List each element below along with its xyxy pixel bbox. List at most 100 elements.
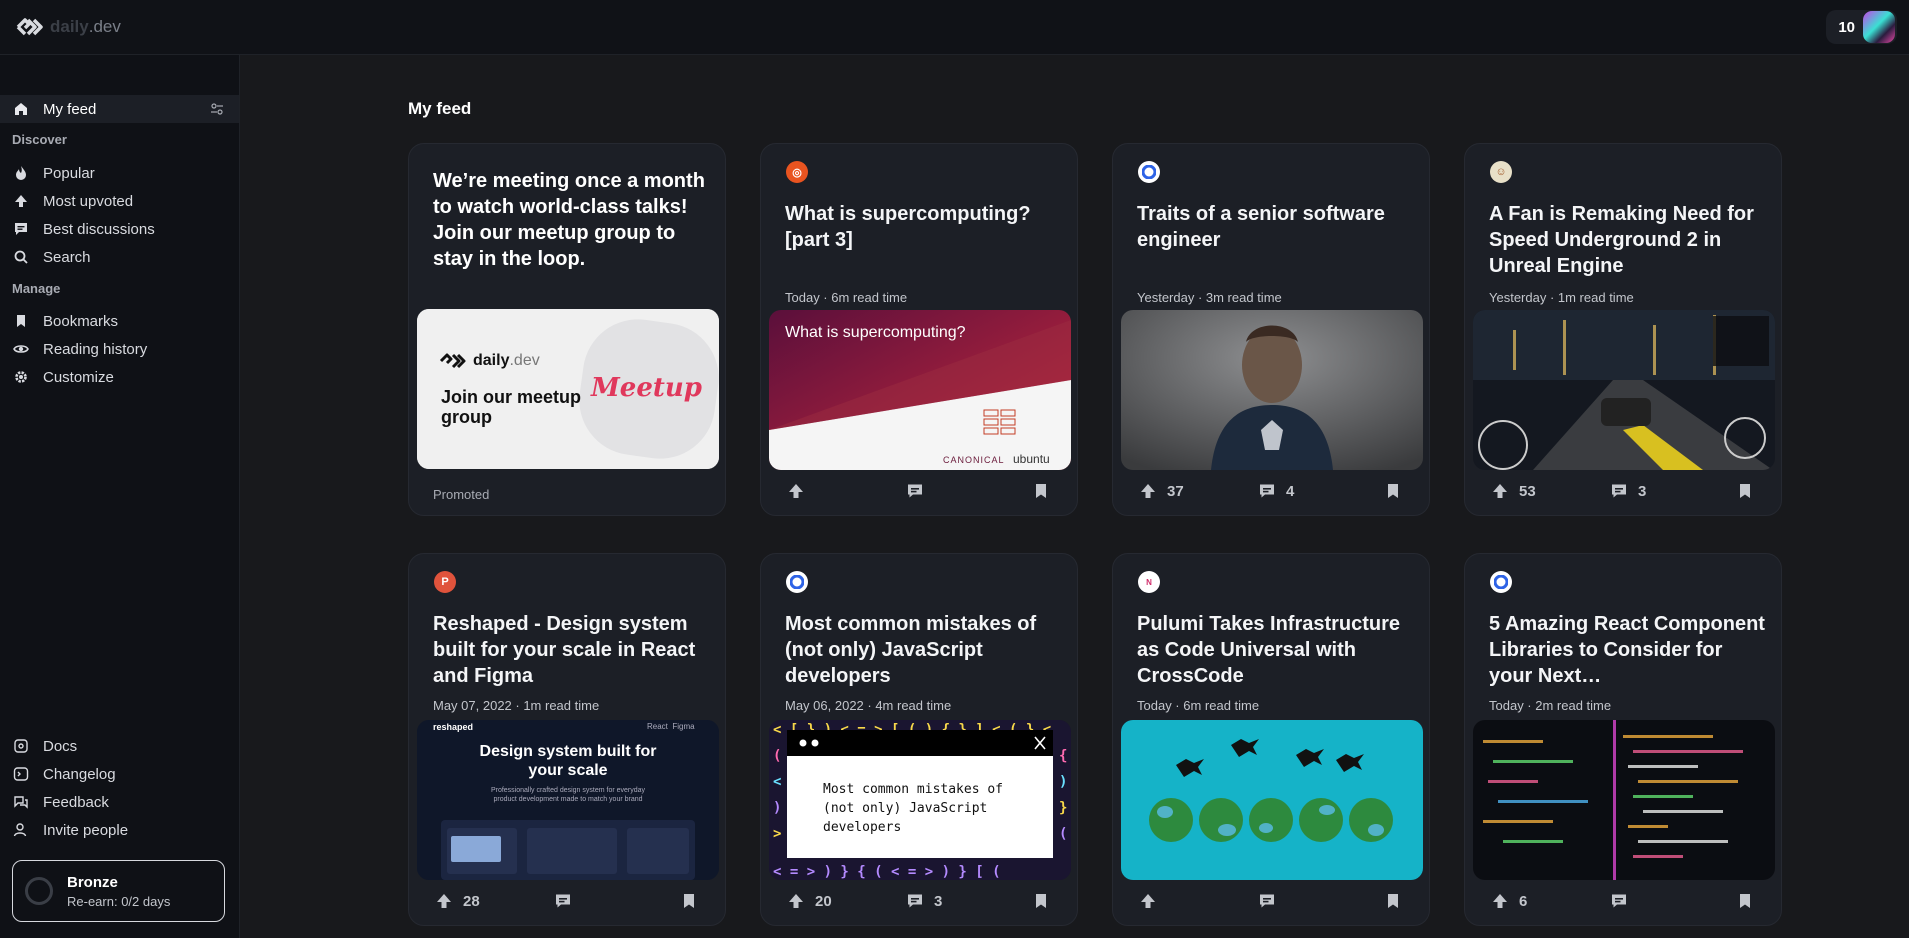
article-card[interactable]: 5 Amazing React Component Libraries to C… [1464,553,1782,926]
card-meta: Today · 6m read time [1137,698,1260,713]
discussion-icon [13,221,29,237]
card-meta: Today · 2m read time [1489,698,1612,713]
sidebar-item-feedback[interactable]: Feedback [0,788,239,816]
gear-icon [13,369,29,385]
article-card[interactable]: ☺ A Fan is Remaking Need for Speed Under… [1464,143,1782,516]
image-caption: What is supercomputing? [785,324,966,341]
sidebar-item-label: Invite people [43,821,129,839]
card-title: What is supercomputing? [part 3] [785,203,1031,251]
source-logo-icon [1494,575,1508,589]
upvote-button[interactable] [787,479,815,503]
comment-button[interactable] [1258,889,1286,913]
svg-text:(: ( [1059,826,1067,842]
bookmark-button[interactable] [680,889,708,913]
article-card[interactable]: ◎ What is supercomputing? [part 3] Today… [760,143,1078,516]
comment-button[interactable] [906,479,934,503]
card-actions: 6 [1465,889,1783,913]
sidebar-item-customize[interactable]: Customize [0,363,239,391]
article-card[interactable]: Most common mistakes of (not only) JavaS… [760,553,1078,926]
source-avatar[interactable]: P [434,571,456,593]
bookmark-button[interactable] [1736,479,1764,503]
discover-heading: Discover [12,132,67,147]
promoted-card[interactable]: We’re meeting once a month to watch worl… [408,143,726,516]
comment-icon [556,894,570,908]
svg-text:{: { [1059,748,1067,764]
flame-icon [13,165,29,181]
upvote-button[interactable]: 28 [435,889,480,913]
card-image: reshaped React Figma Design system built… [417,720,719,880]
sidebar-item-invite-people[interactable]: Invite people [0,816,239,844]
bookmark-button[interactable] [1736,889,1764,913]
svg-text:}: } [1059,800,1067,816]
upvote-icon [13,193,29,209]
sidebar-item-reading-history[interactable]: Reading history [0,335,239,363]
filter-icon[interactable] [211,103,223,115]
source-avatar[interactable] [1138,161,1160,183]
sidebar-item-search[interactable]: Search [0,243,239,271]
sidebar-item-most-upvoted[interactable]: Most upvoted [0,187,239,215]
bookmark-button[interactable] [1384,889,1412,913]
bookmark-icon [13,313,29,329]
sidebar-item-bookmarks[interactable]: Bookmarks [0,307,239,335]
upvote-button[interactable]: 20 [787,889,832,913]
sidebar-item-best-discussions[interactable]: Best discussions [0,215,239,243]
upvote-button[interactable] [1139,889,1167,913]
sidebar-item-label: My feed [43,100,97,118]
bookmark-button[interactable] [1032,479,1060,503]
upvote-button[interactable]: 37 [1139,479,1184,503]
profile-button[interactable]: 10 [1826,10,1897,44]
reputation-count: 10 [1838,18,1855,36]
comment-icon [1612,484,1626,498]
avatar [1863,11,1895,43]
card-actions: 20 3 [761,889,1079,913]
sidebar-item-docs[interactable]: Docs [0,732,239,760]
article-card[interactable]: P Reshaped - Design system built for you… [408,553,726,926]
svg-text:): ) [1059,774,1067,790]
card-meta: Today · 6m read time [785,290,908,305]
comment-icon [908,894,922,908]
reputation-level-card[interactable]: Bronze Re-earn: 0/2 days [12,860,225,922]
bookmark-button[interactable] [1032,889,1060,913]
sidebar-item-changelog[interactable]: Changelog [0,760,239,788]
level-progress-ring [25,877,53,905]
image-tags: React Figma [647,722,695,731]
card-actions [1113,889,1431,913]
invite-icon [13,822,29,838]
comment-button[interactable] [554,889,582,913]
upvote-button[interactable]: 6 [1491,889,1527,913]
source-logo-icon [790,575,804,589]
source-avatar[interactable] [786,571,808,593]
upvote-icon [1493,484,1507,498]
source-avatar[interactable] [1490,571,1512,593]
source-logo-icon [1142,165,1156,179]
source-avatar[interactable]: N [1138,571,1160,593]
logo-text: daily.dev [50,17,121,36]
bookmark-icon [1388,484,1398,498]
sidebar-item-popular[interactable]: Popular [0,159,239,187]
sidebar-item-label: Bookmarks [43,312,119,330]
upvote-button[interactable]: 53 [1491,479,1536,503]
meetup-logo: Meetup [591,373,702,403]
upvote-icon [437,894,451,908]
comment-icon [908,484,922,498]
sidebar-item-label: Customize [43,368,114,386]
article-card[interactable]: N Pulumi Takes Infrastructure as Code Un… [1112,553,1430,926]
source-avatar[interactable]: ◎ [786,161,808,183]
comment-button[interactable]: 3 [1610,479,1646,503]
feedback-icon [13,794,29,810]
daily-dev-logo[interactable]: daily.dev [14,14,121,40]
card-actions: 28 [409,889,727,913]
card-title: We’re meeting once a month to watch worl… [433,170,705,270]
comment-button[interactable]: 4 [1258,479,1294,503]
comment-button[interactable]: 3 [906,889,942,913]
comment-button[interactable] [1610,889,1638,913]
sidebar-item-my-feed[interactable]: My feed [0,95,239,123]
article-card[interactable]: Traits of a senior software engineer Yes… [1112,143,1430,516]
card-title: 5 Amazing React Component Libraries to C… [1489,613,1765,687]
bookmark-button[interactable] [1384,479,1412,503]
sidebar-item-label: Docs [43,737,78,755]
source-avatar[interactable]: ☺ [1490,161,1512,183]
sidebar-item-label: Popular [43,164,95,182]
card-image [1121,720,1423,880]
page-title: My feed [408,99,472,118]
